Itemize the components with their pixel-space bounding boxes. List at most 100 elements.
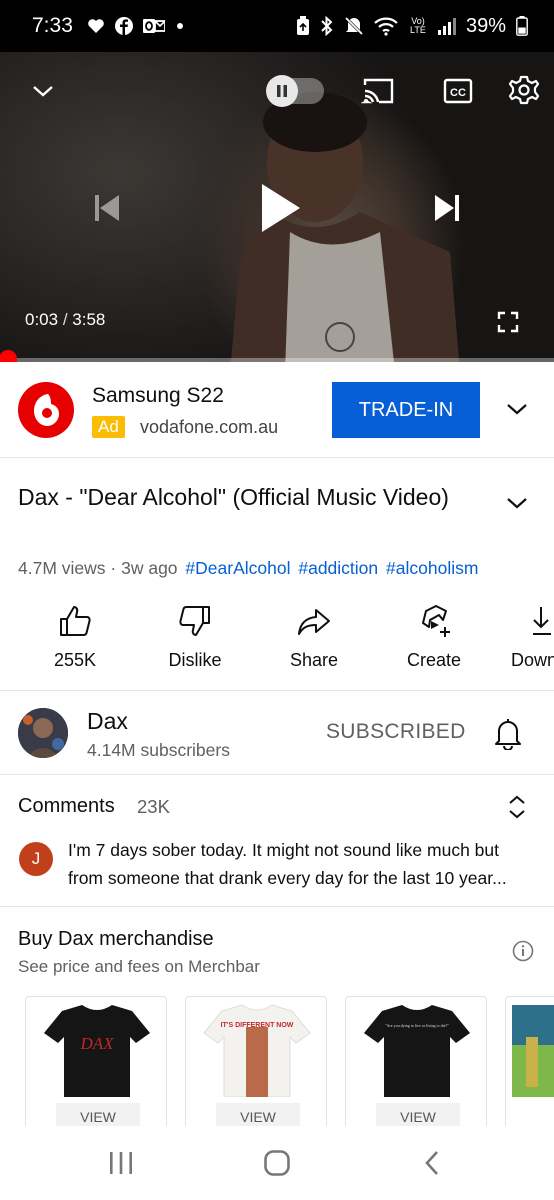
like-button[interactable]: 255K bbox=[20, 600, 130, 671]
hashtag-link[interactable]: #addiction bbox=[298, 558, 378, 578]
comment-author-avatar[interactable]: J bbox=[19, 842, 53, 876]
divider bbox=[0, 774, 554, 775]
back-icon bbox=[425, 1151, 438, 1175]
ad-domain: vodafone.com.au bbox=[140, 417, 279, 437]
video-player[interactable]: CC 0:03 / 3:58 bbox=[0, 52, 554, 362]
info-icon bbox=[512, 940, 534, 962]
nfc-icon bbox=[296, 16, 310, 36]
divider bbox=[0, 906, 554, 907]
facebook-icon bbox=[114, 17, 133, 35]
ad-banner[interactable]: Samsung S22 Ad vodafone.com.au TRADE-IN bbox=[0, 362, 554, 458]
create-icon bbox=[379, 600, 489, 642]
back-button[interactable] bbox=[412, 1146, 452, 1180]
video-meta[interactable]: 4.7M views · 3w ago #DearAlcohol #addict… bbox=[18, 558, 478, 579]
subscribed-button[interactable]: SUBSCRIBED bbox=[326, 720, 466, 744]
signal-icon bbox=[437, 17, 456, 35]
fullscreen-icon bbox=[497, 311, 519, 333]
bluetooth-icon bbox=[320, 16, 334, 36]
create-button[interactable]: Create bbox=[379, 600, 489, 671]
video-title[interactable]: Dax - "Dear Alcohol" (Official Music Vid… bbox=[18, 480, 488, 515]
chevron-down-icon bbox=[33, 86, 53, 97]
description-expand-button[interactable] bbox=[500, 486, 534, 520]
dot-icon bbox=[175, 21, 185, 31]
subscriber-count: 4.14M subscribers bbox=[87, 740, 230, 760]
battery-icon bbox=[516, 16, 528, 36]
captions-button[interactable]: CC bbox=[440, 74, 476, 108]
home-button[interactable] bbox=[257, 1146, 297, 1180]
share-button[interactable]: Share bbox=[259, 600, 369, 671]
trade-in-button[interactable]: TRADE-IN bbox=[332, 382, 480, 438]
hashtag-link[interactable]: #alcoholism bbox=[386, 558, 478, 578]
autoplay-toggle[interactable] bbox=[266, 75, 324, 107]
merch-card[interactable]: DAX VIEW bbox=[25, 996, 167, 1146]
info-button[interactable] bbox=[512, 940, 534, 962]
outlook-icon bbox=[142, 18, 165, 34]
captions-icon: CC bbox=[443, 78, 473, 104]
comment-text[interactable]: I'm 7 days sober today. It might not sou… bbox=[68, 836, 534, 892]
comments-expand-button[interactable] bbox=[505, 794, 529, 820]
tshirt-image: DAX bbox=[44, 1005, 150, 1097]
create-label: Create bbox=[406, 650, 462, 670]
ad-title: Samsung S22 bbox=[92, 384, 224, 407]
minimize-player-button[interactable] bbox=[28, 76, 58, 106]
duration: 3:58 bbox=[72, 310, 106, 329]
autoplay-knob bbox=[266, 75, 298, 107]
hashtag-link[interactable]: #DearAlcohol bbox=[185, 558, 290, 578]
comments-heading[interactable]: Comments bbox=[18, 795, 115, 818]
current-time: 0:03 bbox=[25, 310, 59, 329]
recent-apps-button[interactable] bbox=[101, 1146, 141, 1180]
vodafone-logo bbox=[18, 382, 74, 438]
status-time: 7:33 bbox=[32, 14, 73, 37]
tshirt-image: "Are you dying to live or living to die?… bbox=[364, 1005, 470, 1097]
channel-name[interactable]: Dax bbox=[87, 708, 128, 735]
merch-card[interactable]: "Are you dying to live or living to die?… bbox=[345, 996, 487, 1146]
dislike-label: Dislike bbox=[168, 650, 222, 670]
cast-button[interactable] bbox=[358, 74, 398, 108]
chevron-down-icon bbox=[507, 404, 527, 415]
thumbs-down-icon bbox=[140, 600, 250, 642]
shirt-print-text: IT'S DIFFERENT NOW bbox=[221, 1022, 294, 1029]
previous-button[interactable] bbox=[86, 188, 126, 228]
like-count: 255K bbox=[53, 650, 97, 670]
gear-icon bbox=[508, 75, 540, 105]
cast-icon bbox=[361, 78, 394, 104]
share-icon bbox=[259, 600, 369, 642]
next-button[interactable] bbox=[428, 188, 468, 228]
wifi-icon bbox=[374, 16, 398, 36]
skip-previous-icon bbox=[95, 195, 119, 221]
recent-apps-icon bbox=[110, 1152, 132, 1174]
play-icon bbox=[262, 184, 300, 232]
settings-button[interactable] bbox=[506, 72, 542, 108]
progress-thumb[interactable] bbox=[0, 350, 17, 362]
tshirt-image: IT'S DIFFERENT NOW bbox=[203, 1004, 311, 1098]
merch-card[interactable] bbox=[505, 996, 554, 1146]
shirt-print-text: "Are you dying to live or living to die?… bbox=[385, 1023, 449, 1028]
merch-card[interactable]: IT'S DIFFERENT NOW VIEW bbox=[185, 996, 327, 1146]
view-count: 4.7M views bbox=[18, 558, 106, 578]
channel-avatar[interactable] bbox=[18, 708, 68, 758]
skip-next-icon bbox=[435, 195, 459, 221]
download-label: Down bbox=[511, 650, 554, 670]
volte-icon: Vo) LTE bbox=[410, 16, 426, 35]
time-display: 0:03 / 3:58 bbox=[25, 310, 105, 330]
comments-count: 23K bbox=[137, 796, 170, 817]
upload-age: 3w ago bbox=[121, 558, 178, 578]
notification-bell-button[interactable] bbox=[492, 716, 524, 751]
pause-small-icon bbox=[277, 85, 287, 97]
svg-text:CC: CC bbox=[450, 87, 466, 99]
bell-icon bbox=[495, 719, 521, 751]
download-button[interactable]: Down bbox=[494, 600, 554, 671]
dislike-button[interactable]: Dislike bbox=[140, 600, 250, 671]
merch-image bbox=[512, 1005, 554, 1097]
play-button[interactable] bbox=[252, 178, 308, 238]
fullscreen-button[interactable] bbox=[494, 308, 522, 336]
time-separator: / bbox=[62, 310, 68, 329]
ad-expand-button[interactable] bbox=[500, 392, 534, 426]
share-label: Share bbox=[289, 650, 339, 670]
shirt-print-text: DAX bbox=[79, 1034, 114, 1053]
status-bar: 7:33 Vo) LTE 39% bbox=[0, 0, 554, 52]
thumbs-up-icon bbox=[20, 600, 130, 642]
mute-icon bbox=[344, 16, 364, 36]
meta-dot: · bbox=[110, 558, 117, 578]
download-icon bbox=[511, 600, 554, 642]
